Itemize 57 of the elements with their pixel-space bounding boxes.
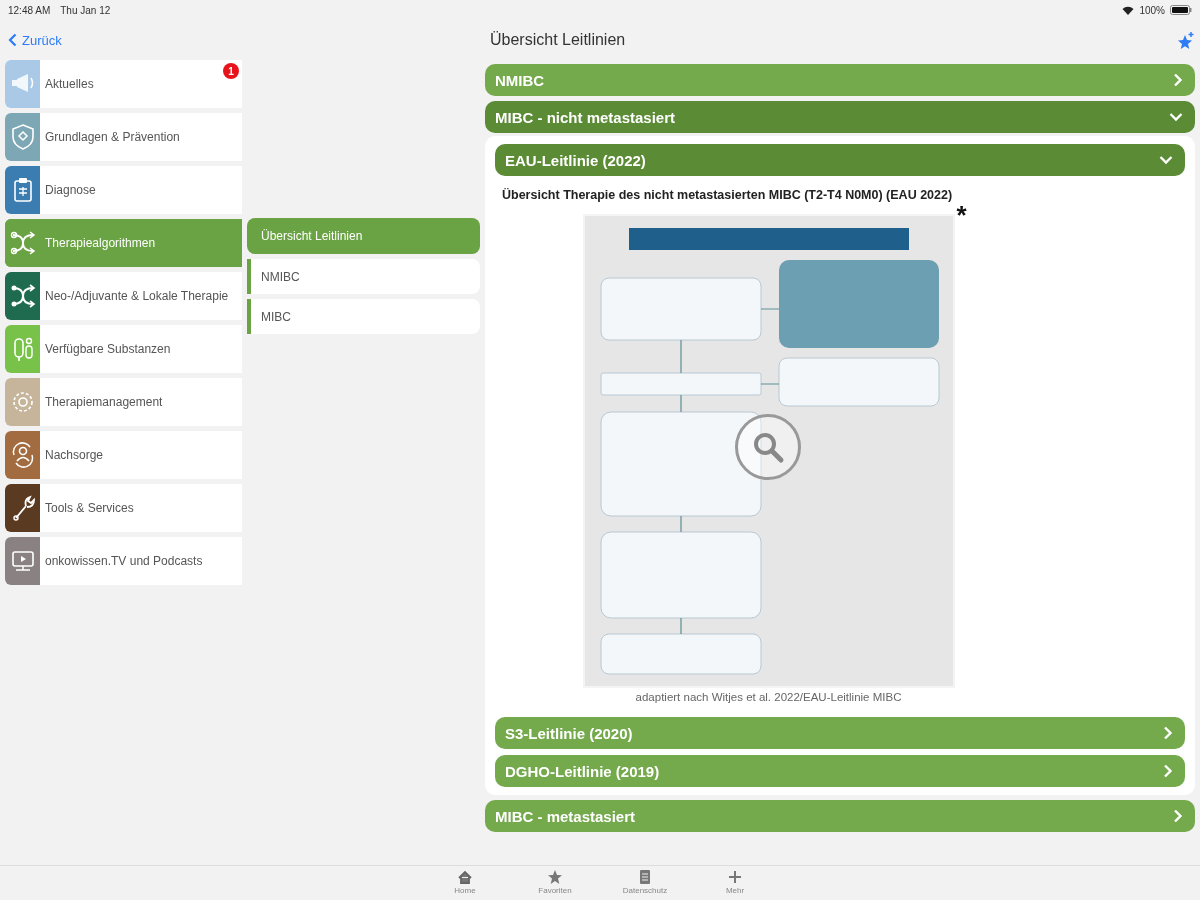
battery-level: 100% [1139,4,1165,16]
plus-icon [727,869,743,885]
status-time: 12:48 AM [8,4,51,16]
section-header[interactable]: EAU-Leitlinie (2022) [495,144,1185,176]
sidebar-item[interactable]: Grundlagen & Prävention [5,113,242,161]
chevron-right-icon [1163,764,1173,778]
submenu-item[interactable]: MIBC [247,299,480,334]
sidebar-label: Grundlagen & Prävention [44,130,180,144]
section-header[interactable]: MIBC - nicht metastasiert [485,101,1195,133]
sidebar-label: Verfügbare Substanzen [44,342,171,356]
submenu-item[interactable]: NMIBC [247,259,480,294]
sidebar-item[interactable]: Neo-/Adjuvante & Lokale Therapie [5,272,242,320]
section-header[interactable]: S3-Leitlinie (2020) [495,717,1185,749]
sidebar-item[interactable]: Therapiemanagement [5,378,242,426]
sidebar-label: Aktuelles [44,77,94,91]
section-heading: Übersicht Therapie des nicht metastasierten MIBC (T2-T4 N0M0) (EAU 2022) [502,188,954,202]
figure-caption: adaptiert nach Witjes et al. 2022/EAU-Leitlinie MIBC [635,691,902,703]
sidebar-item[interactable]: Verfügbare Substanzen [5,325,242,373]
add-favorite-button[interactable] [1177,31,1195,49]
tab-bar-item[interactable]: Mehr [700,866,770,900]
status-date: Thu Jan 12 [60,4,111,16]
sidebar-label: Therapiemanagement [44,395,163,409]
document-icon [637,869,653,885]
sidebar-label: Diagnose [44,183,96,197]
sidebar-item[interactable]: Therapiealgorithmen [5,219,242,267]
footnote-mark: * [956,202,967,228]
notification-badge: 1 [223,63,239,79]
chevron-right-icon [1173,73,1183,87]
submenu-item[interactable]: Übersicht Leitlinien [247,218,480,254]
sidebar-item[interactable]: Diagnose [5,166,242,214]
sidebar-label: onkowissen.TV und Podcasts [44,554,203,568]
page-title: Übersicht Leitlinien [490,31,626,49]
chevron-down-icon [1159,155,1173,165]
sidebar-item[interactable]: Tools & Services [5,484,242,532]
tab-bar-item[interactable]: Home [430,866,500,900]
back-chevron-icon [8,33,17,47]
tab-bar-item[interactable]: Favoriten [520,866,590,900]
sidebar-label: Nachsorge [44,448,104,462]
sidebar-label: Therapiealgorithmen [44,236,156,250]
chevron-right-icon [1173,809,1183,823]
sidebar-item[interactable]: Aktuelles 1 [5,60,242,108]
sidebar-item[interactable]: Nachsorge [5,431,242,479]
tab-bar-item[interactable]: Datenschutz [610,866,680,900]
sidebar-label: Neo-/Adjuvante & Lokale Therapie [44,289,229,303]
section-header[interactable]: NMIBC [485,64,1195,96]
house-icon [457,869,473,885]
chevron-down-icon [1169,112,1183,122]
battery-icon [1170,5,1192,15]
sidebar-item[interactable]: onkowissen.TV und Podcasts [5,537,242,585]
wifi-icon [1122,5,1135,15]
star-plus-icon [1177,31,1195,49]
section-header[interactable]: MIBC - metastasiert [485,800,1195,832]
star-icon [547,869,563,885]
sidebar-label: Tools & Services [44,501,134,515]
chevron-right-icon [1163,726,1173,740]
section-header[interactable]: DGHO-Leitlinie (2019) [495,755,1185,787]
back-button[interactable]: Zurück [0,20,70,60]
